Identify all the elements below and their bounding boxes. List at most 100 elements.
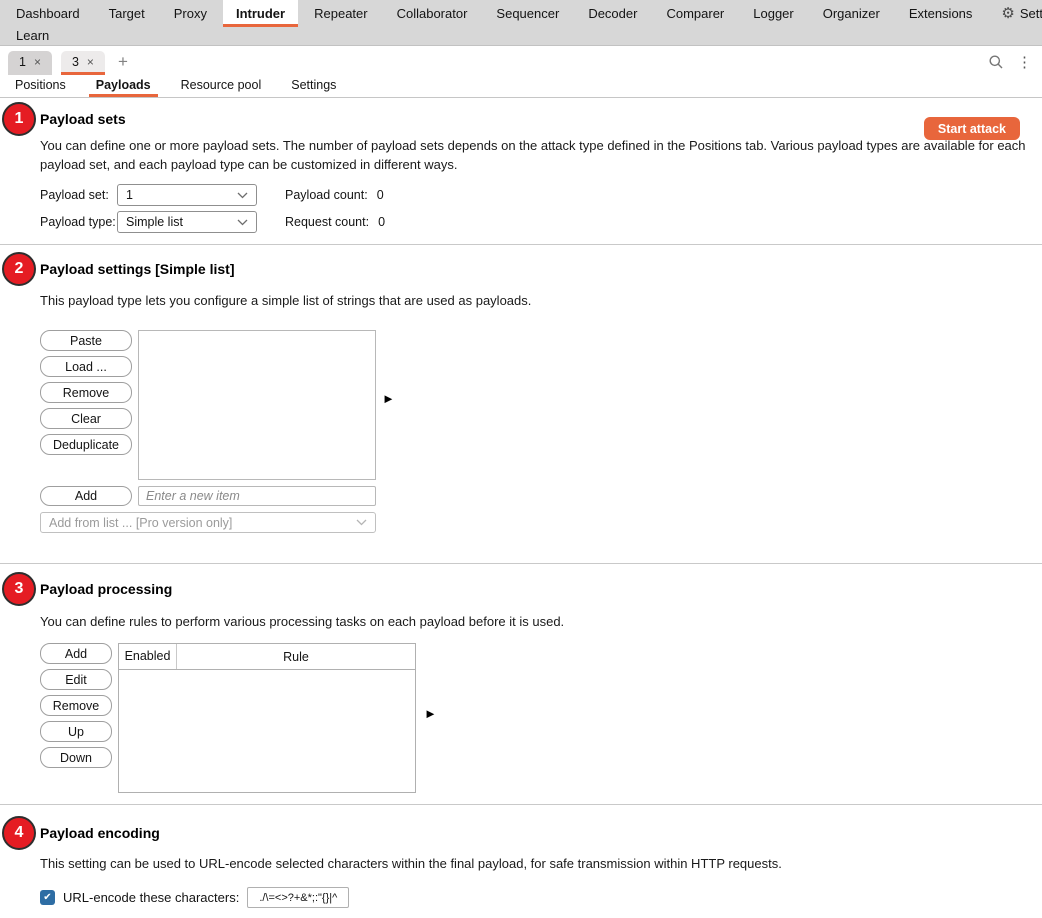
- rule-down-button[interactable]: Down: [40, 747, 112, 768]
- menu-decoder[interactable]: Decoder: [588, 0, 637, 27]
- processing-rules-editor: Add Edit Remove Up Down Enabled Rule ►: [40, 643, 1030, 793]
- chevron-down-icon: [356, 519, 367, 526]
- chevron-down-icon: [237, 219, 248, 226]
- url-encode-row: ✔ URL-encode these characters:: [40, 887, 1030, 908]
- menu-comparer[interactable]: Comparer: [666, 0, 724, 27]
- payload-list[interactable]: [138, 330, 376, 480]
- menu-settings[interactable]: ⚙ Settings: [1001, 0, 1042, 27]
- burp-intruder-window: Dashboard Target Proxy Intruder Repeater…: [0, 0, 1042, 918]
- attack-tab-3[interactable]: 3 ×: [61, 51, 105, 75]
- menu-sequencer[interactable]: Sequencer: [496, 0, 559, 27]
- menu-collaborator[interactable]: Collaborator: [397, 0, 468, 27]
- payload-settings-header: 2 Payload settings [Simple list]: [40, 259, 1030, 278]
- add-button[interactable]: Add: [40, 486, 132, 506]
- tab-resource-pool[interactable]: Resource pool: [174, 76, 269, 97]
- processing-rules-table[interactable]: Enabled Rule: [118, 643, 416, 793]
- menu-dashboard[interactable]: Dashboard: [16, 0, 80, 27]
- rule-remove-button[interactable]: Remove: [40, 695, 112, 716]
- menu-intruder[interactable]: Intruder: [223, 0, 298, 27]
- url-encode-checkbox[interactable]: ✔: [40, 890, 55, 905]
- payload-processing-section: 3 Payload processing You can define rule…: [0, 564, 1042, 804]
- close-icon[interactable]: ×: [87, 55, 94, 69]
- tab-positions[interactable]: Positions: [8, 76, 73, 97]
- payload-type-label: Payload type:: [40, 215, 117, 229]
- tab-bar-tools: ⋮: [988, 54, 1032, 70]
- payload-type-select[interactable]: Simple list: [117, 211, 257, 233]
- payload-encoding-section: 4 Payload encoding This setting can be u…: [0, 805, 1042, 918]
- payload-list-buttons: Paste Load ... Remove Clear Deduplicate: [40, 330, 132, 480]
- new-tab-button[interactable]: +: [114, 53, 132, 70]
- check-icon: ✔: [43, 892, 51, 903]
- menu-logger[interactable]: Logger: [753, 0, 793, 27]
- payload-settings-section: 2 Payload settings [Simple list] This pa…: [0, 245, 1042, 563]
- payload-settings-title: Payload settings [Simple list]: [40, 261, 235, 277]
- rule-up-button[interactable]: Up: [40, 721, 112, 742]
- payload-processing-title: Payload processing: [40, 581, 172, 597]
- payload-count: Payload count: 0: [285, 188, 1030, 202]
- processing-rule-buttons: Add Edit Remove Up Down: [40, 643, 112, 793]
- request-count-label: Request count:: [285, 215, 369, 229]
- tab-settings[interactable]: Settings: [284, 76, 343, 97]
- load-button[interactable]: Load ...: [40, 356, 132, 377]
- menu-organizer[interactable]: Organizer: [823, 0, 880, 27]
- menu-settings-label: Settings: [1020, 6, 1042, 21]
- payload-sets-description: You can define one or more payload sets.…: [40, 136, 1030, 174]
- section-badge-4: 4: [2, 816, 36, 850]
- gear-icon: ⚙: [1001, 6, 1014, 21]
- menu-learn[interactable]: Learn: [16, 28, 49, 43]
- payload-count-label: Payload count:: [285, 188, 368, 202]
- menu-target[interactable]: Target: [109, 0, 145, 27]
- menu-proxy[interactable]: Proxy: [174, 0, 207, 27]
- section-badge-1: 1: [2, 102, 36, 136]
- rules-table-header: Enabled Rule: [119, 644, 415, 670]
- cursor-arrow-icon: ►: [382, 392, 395, 405]
- payload-sets-title: Payload sets: [40, 111, 126, 127]
- clear-button[interactable]: Clear: [40, 408, 132, 429]
- url-encode-label: URL-encode these characters:: [63, 890, 239, 905]
- payload-sets-form: Payload set: 1 Payload count: 0 Payload …: [40, 184, 1030, 233]
- attack-tab-1-label: 1: [19, 55, 26, 69]
- payload-list-editor: Paste Load ... Remove Clear Deduplicate …: [40, 330, 1030, 480]
- intruder-subtabs: Positions Payloads Resource pool Setting…: [0, 76, 1042, 98]
- remove-button[interactable]: Remove: [40, 382, 132, 403]
- add-from-list-label: Add from list ... [Pro version only]: [49, 516, 232, 530]
- payload-processing-description: You can define rules to perform various …: [40, 612, 1030, 631]
- request-count: Request count: 0: [285, 215, 1030, 229]
- chevron-down-icon: [237, 192, 248, 199]
- menu-extensions[interactable]: Extensions: [909, 0, 973, 27]
- main-menubar: Dashboard Target Proxy Intruder Repeater…: [0, 0, 1042, 46]
- payload-set-selected-value: 1: [126, 188, 133, 202]
- add-item-row: Add: [40, 486, 1030, 506]
- attack-tab-1[interactable]: 1 ×: [8, 51, 52, 75]
- deduplicate-button[interactable]: Deduplicate: [40, 434, 132, 455]
- close-icon[interactable]: ×: [34, 55, 41, 69]
- payload-processing-header: 3 Payload processing: [40, 579, 1030, 598]
- menu-repeater[interactable]: Repeater: [314, 0, 367, 27]
- add-from-list-select[interactable]: Add from list ... [Pro version only]: [40, 512, 376, 533]
- payload-encoding-header: 4 Payload encoding: [40, 823, 1030, 842]
- section-badge-3: 3: [2, 572, 36, 606]
- payload-type-selected-value: Simple list: [126, 215, 183, 229]
- kebab-menu-icon[interactable]: ⋮: [1017, 55, 1032, 70]
- cursor-arrow-icon: ►: [424, 707, 437, 720]
- payload-sets-section: 1 Payload sets Start attack You can defi…: [0, 98, 1042, 244]
- attack-tab-3-label: 3: [72, 55, 79, 69]
- rule-column-header[interactable]: Rule: [177, 650, 415, 664]
- payload-sets-header: 1 Payload sets Start attack: [40, 109, 1030, 128]
- start-attack-button[interactable]: Start attack: [924, 117, 1020, 140]
- rule-add-button[interactable]: Add: [40, 643, 112, 664]
- tab-payloads[interactable]: Payloads: [89, 76, 158, 97]
- rule-edit-button[interactable]: Edit: [40, 669, 112, 690]
- menubar-row-2: Learn: [0, 27, 1042, 45]
- section-badge-2: 2: [2, 252, 36, 286]
- new-item-input[interactable]: [138, 486, 376, 506]
- enabled-column-header[interactable]: Enabled: [119, 644, 177, 669]
- url-encode-characters-input[interactable]: [247, 887, 349, 908]
- payload-encoding-description: This setting can be used to URL-encode s…: [40, 854, 1030, 873]
- payload-count-value: 0: [377, 188, 384, 202]
- payload-set-select[interactable]: 1: [117, 184, 257, 206]
- payload-set-label: Payload set:: [40, 188, 117, 202]
- search-icon[interactable]: [988, 54, 1004, 70]
- payload-encoding-title: Payload encoding: [40, 825, 160, 841]
- paste-button[interactable]: Paste: [40, 330, 132, 351]
